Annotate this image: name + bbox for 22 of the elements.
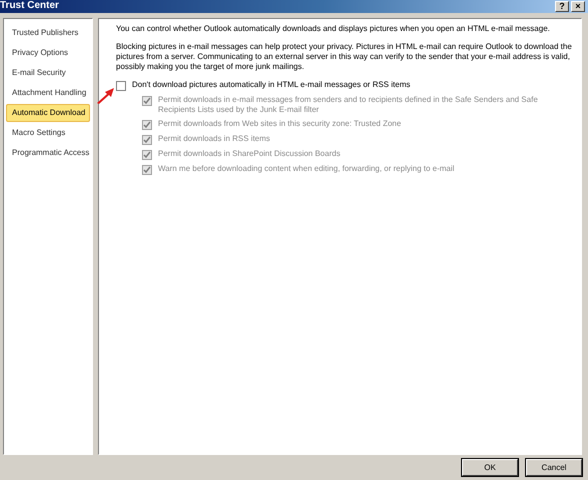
checkbox[interactable] bbox=[116, 81, 126, 91]
sidebar-item[interactable]: Programmatic Access bbox=[4, 144, 92, 162]
sidebar-item[interactable]: Trusted Publishers bbox=[4, 24, 92, 42]
cancel-button[interactable]: Cancel bbox=[526, 459, 582, 476]
checkbox-label: Permit downloads in e-mail messages from senders and to recipients defined in the Safe Senders and Safe Recipients Lists used by the Junk E-mail filter bbox=[158, 95, 539, 115]
explanation-text: Blocking pictures in e-mail messages can help protect your privacy. Pictures in HTML e-mail can require Outlook to download the pictures from a server. Communicating to an external server in this way can verify to the sender that your e-mail address is valid, possibly making you the target of more junk mailings. bbox=[116, 42, 573, 72]
close-button[interactable]: × bbox=[571, 1, 585, 12]
sidebar-item[interactable]: E-mail Security bbox=[4, 64, 92, 82]
sidebar-item[interactable]: Macro Settings bbox=[4, 124, 92, 142]
checkbox-label: Permit downloads in SharePoint Discussion Boards bbox=[158, 149, 340, 159]
checkbox-label: Permit downloads in RSS items bbox=[158, 134, 270, 144]
checkbox-label: Don't download pictures automatically in HTML e-mail messages or RSS items bbox=[132, 80, 410, 90]
help-button[interactable]: ? bbox=[555, 1, 569, 12]
sidebar-item[interactable]: Automatic Download bbox=[6, 104, 90, 122]
arrow-icon bbox=[96, 86, 116, 104]
ok-button[interactable]: OK bbox=[462, 459, 518, 476]
intro-text: You can control whether Outlook automatically downloads and displays pictures when you open an HTML e-mail message. bbox=[116, 24, 551, 34]
checkbox-label: Warn me before downloading content when editing, forwarding, or replying to e-mail bbox=[158, 164, 454, 174]
sidebar-item[interactable]: Privacy Options bbox=[4, 44, 92, 62]
sidebar-item[interactable]: Attachment Handling bbox=[4, 84, 92, 102]
window-title: Trust Center bbox=[0, 0, 59, 10]
checkbox-label: Permit downloads from Web sites in this security zone: Trusted Zone bbox=[158, 119, 402, 129]
